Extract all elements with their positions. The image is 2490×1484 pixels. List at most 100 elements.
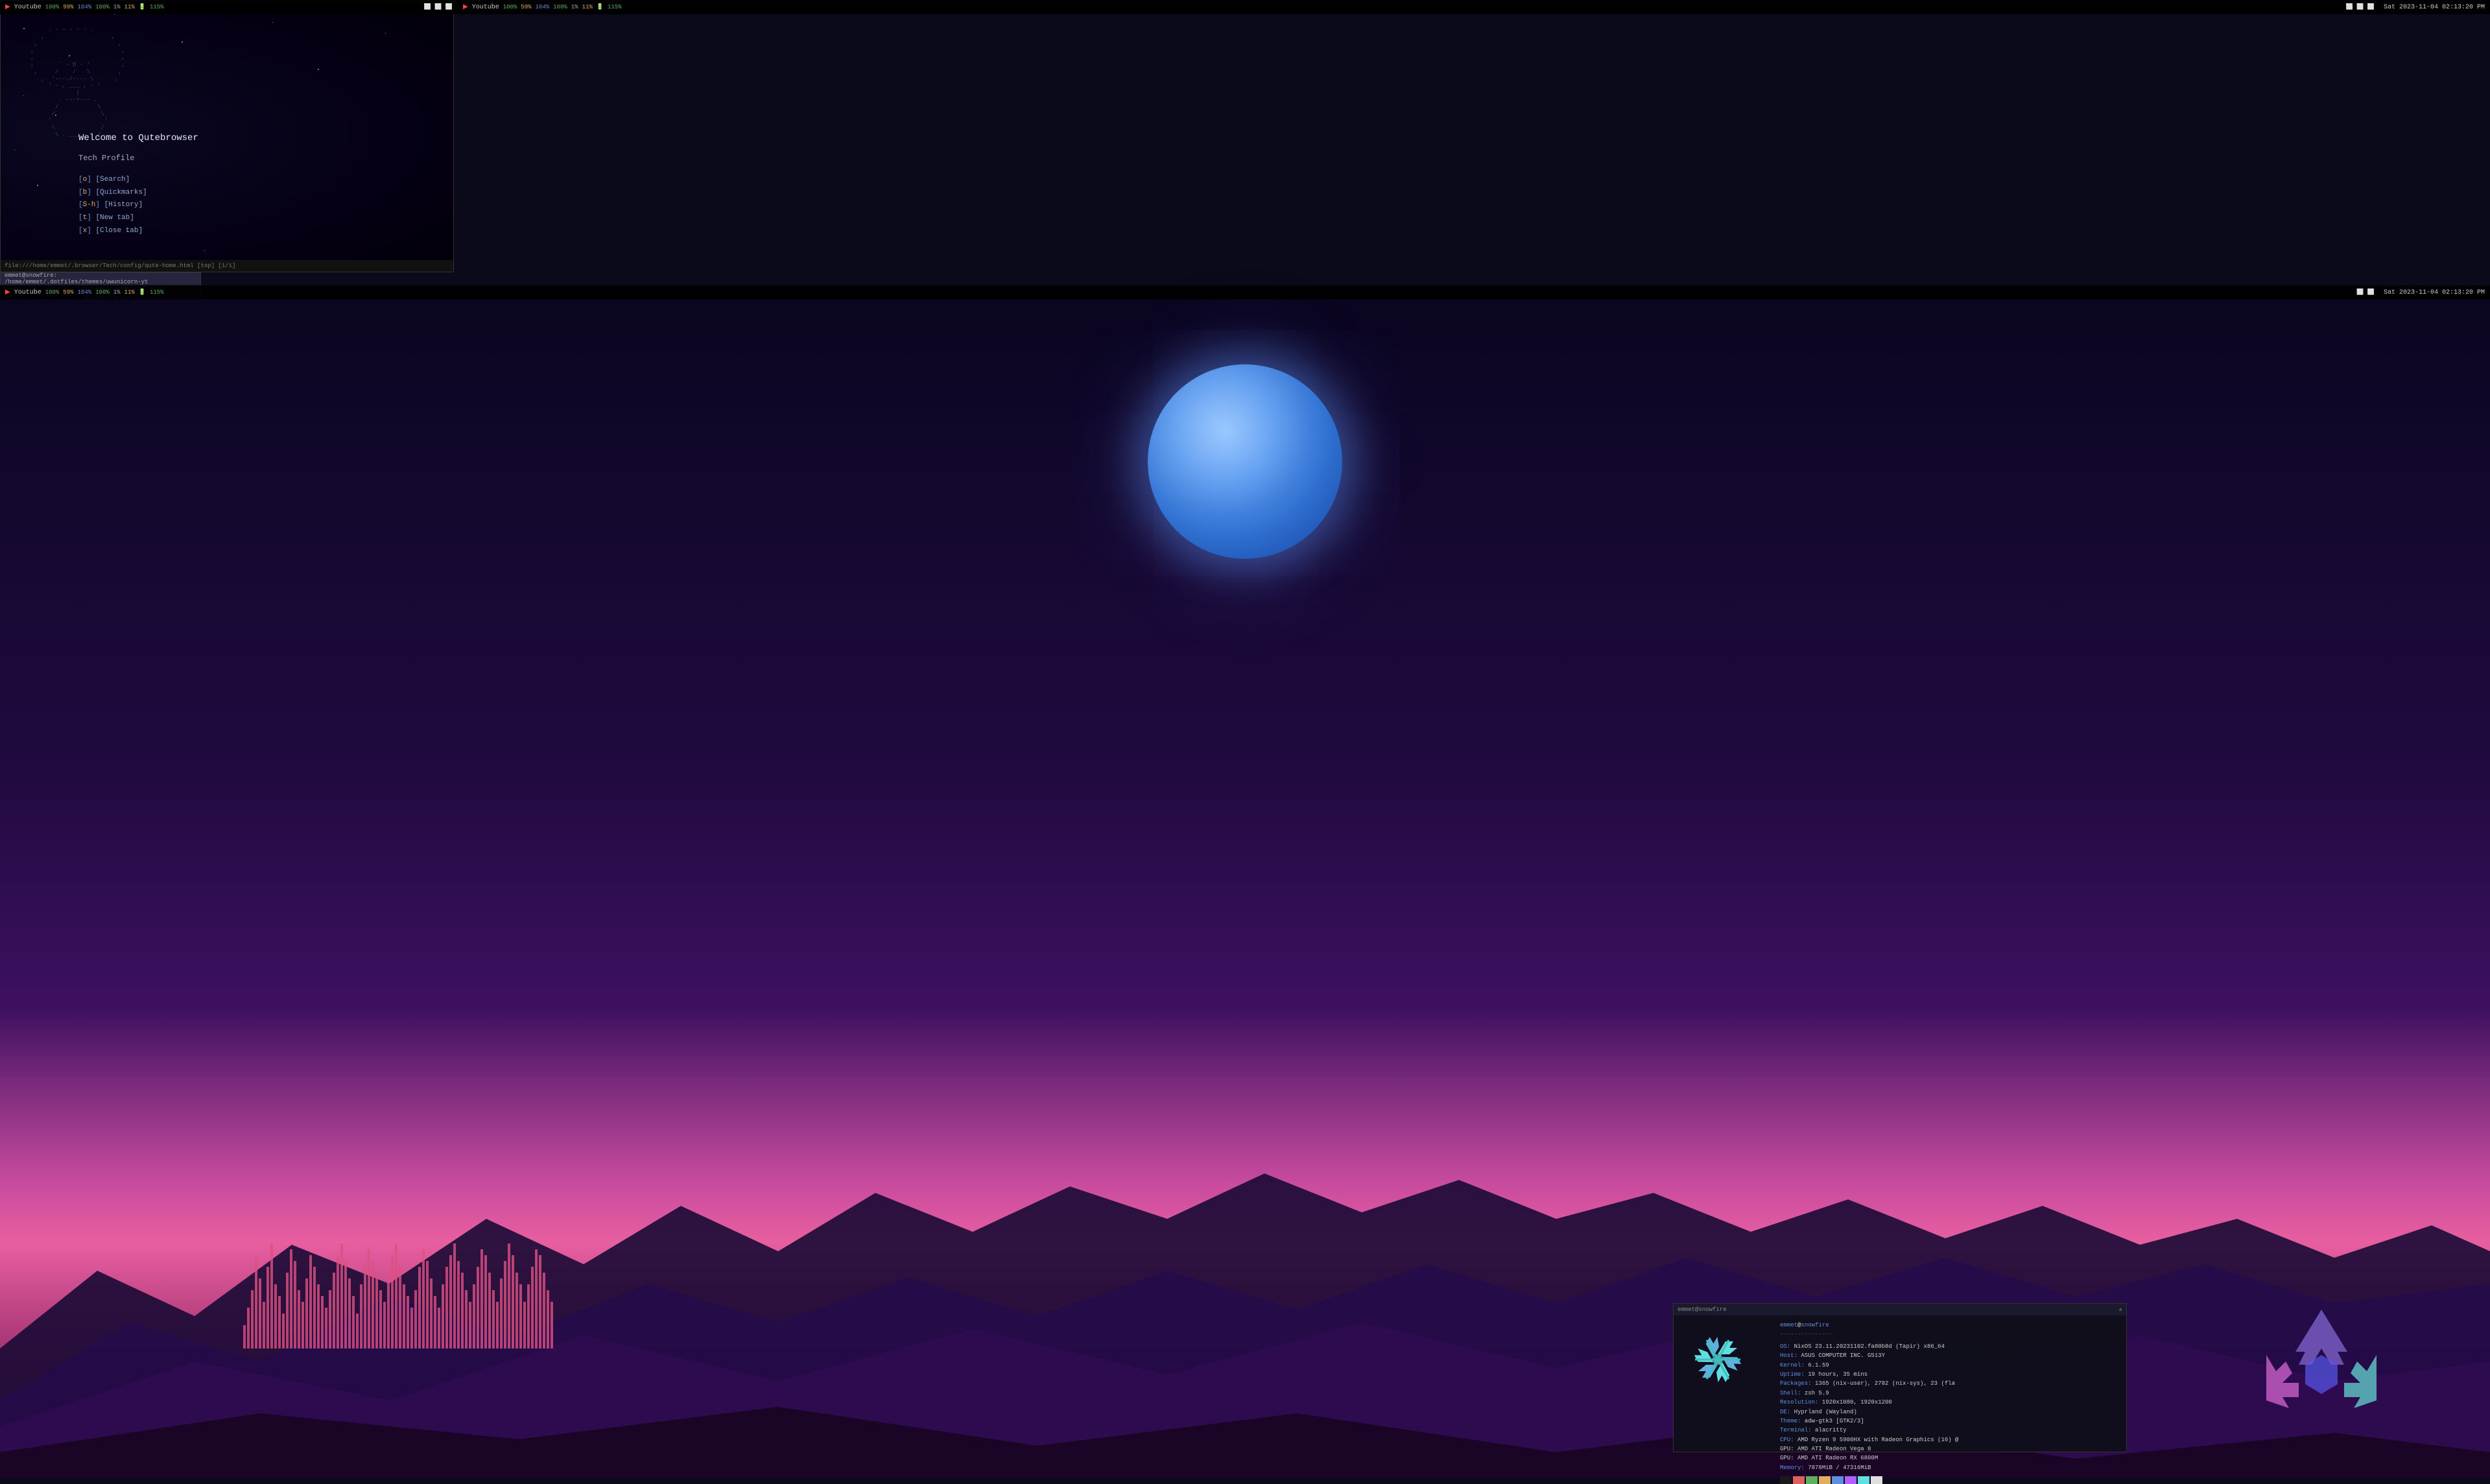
viz-bar [484,1255,487,1349]
viz-bar [504,1261,506,1349]
viz-bar [539,1255,541,1349]
taskbar-bottom-left: ▶ Youtube 100% 59% 104% 100% 1% 11% 🔋 11… [0,289,169,296]
taskbar-youtube-label[interactable]: Youtube [14,4,42,11]
viz-bar [453,1243,456,1349]
viz-bar [523,1302,526,1349]
taskbar-youtube-bottom[interactable]: Youtube [14,289,42,296]
qute-main-content: Welcome to Qutebrowser Tech Profile [o] … [78,130,198,238]
viz-bar [500,1278,503,1349]
viz-bar [461,1273,464,1349]
viz-bar [278,1296,281,1349]
viz-bar [395,1243,397,1349]
viz-bar [438,1308,440,1349]
viz-bar [445,1267,448,1349]
viz-bar [263,1302,265,1349]
color-block-6 [1845,1476,1856,1484]
viz-bar [344,1261,347,1349]
cpu2-stat: 104% [78,4,92,10]
color-block-3 [1806,1476,1818,1484]
viz-bar [313,1267,316,1349]
viz-bar [426,1261,429,1349]
viz-bar [274,1284,277,1349]
viz-bar [535,1249,538,1349]
viz-bar [496,1302,499,1349]
bat-icon: 🔋 [139,4,146,10]
neofetch-color-blocks [1780,1476,2121,1484]
viz-bar [305,1278,308,1349]
visualizer-bars [243,1219,464,1349]
viz-bar [547,1290,549,1349]
viz-bar [407,1296,409,1349]
viz-bar [302,1302,304,1349]
viz-bar [492,1290,495,1349]
viz-bar [325,1308,327,1349]
viz-bar [531,1267,534,1349]
qute-title: Welcome to Qutebrowser [78,130,198,147]
taskbar-right-left-section: ▶ Youtube 100% 59% 104% 100% 1% 11% 🔋 11… [458,3,627,11]
color-block-7 [1858,1476,1869,1484]
audio-visualizer [243,1219,464,1349]
neofetch-window: emmet@snowfire ▲ [1673,1303,2127,1452]
youtube-icon: ▶ [5,3,10,11]
viz-bar [340,1243,343,1349]
qute-menu-search[interactable]: [o] [Search] [78,174,198,187]
viz-bar [372,1261,374,1349]
viz-bar [267,1267,269,1349]
viz-bar [527,1284,530,1349]
viz-bar [243,1325,246,1349]
color-block-5 [1832,1476,1844,1484]
neofetch-header: emmet@snowfire ▲ [1674,1304,2126,1315]
color-block-1 [1780,1476,1792,1484]
viz-bar [457,1261,460,1349]
viz-bar [309,1255,312,1349]
taskbar-bottom-right: ⬜ ⬜ Sat 2023-11-04 02:13:20 PM [2351,289,2490,296]
qute-menu-history[interactable]: [S-h] [History] [78,199,198,212]
viz-bar [255,1255,257,1349]
theme-window-header: emmet@snowfire: /home/emmet/.dotfiles/th… [1,273,200,285]
viz-bar [469,1302,471,1349]
viz-bar [449,1255,452,1349]
qutebrowser-window: . - ~ ~ ~ - . , , , , , , , , , ` - D - … [0,0,454,272]
nixos-large-logo [2231,1297,2412,1459]
cpu-stat: 100% [45,4,60,10]
viz-bar [294,1261,296,1349]
neofetch-info: emmet@snowfire --------------- OS: NixOS… [1780,1321,2121,1446]
viz-bar [286,1273,289,1349]
cpu3-stat: 100% [95,4,110,10]
taskbar-left-section: ▶ Youtube 100% 99% 104% 100% 1% 11% 🔋 11… [0,3,169,11]
moon-decoration [1148,364,1342,559]
window-icons: ⬜ ⬜ ⬜ [424,4,453,10]
viz-bar [414,1290,417,1349]
viz-bar [360,1284,362,1349]
youtube-icon-bottom: ▶ [5,289,10,296]
viz-bar [551,1302,553,1349]
color-block-2 [1793,1476,1805,1484]
neofetch-body: emmet@snowfire --------------- OS: NixOS… [1674,1315,2126,1452]
qute-menu-closetab[interactable]: [x] [Close tab] [78,225,198,238]
taskbar-youtube-label-right[interactable]: Youtube [472,4,499,11]
bat-stat: 11% [124,4,135,10]
viz-bar [282,1313,285,1349]
viz-bar [516,1273,518,1349]
viz-bar [383,1302,386,1349]
viz-bar [465,1290,468,1349]
datetime-bottom: Sat 2023-11-04 02:13:20 PM [2384,289,2485,296]
viz-bar [430,1278,433,1349]
color-block-8 [1871,1476,1882,1484]
viz-bar [543,1273,545,1349]
bat-percent: 115% [150,4,164,10]
viz-bar [317,1284,320,1349]
mem-stat: 99% [63,4,73,10]
viz-bar [379,1290,382,1349]
viz-bar [321,1296,324,1349]
color-block-4 [1819,1476,1831,1484]
viz-bar [348,1278,351,1349]
qute-menu-newtab[interactable]: [t] [New tab] [78,212,198,225]
viz-bar [488,1273,491,1349]
viz-bar [391,1255,394,1349]
qute-menu-quickmarks[interactable]: [b] [Quickmarks] [78,187,198,200]
viz-bar [403,1284,405,1349]
viz-bar [473,1284,475,1349]
qute-url: file:///home/emmet/.browser/Tech/config/… [5,263,235,269]
neofetch-window-title: emmet@snowfire [1678,1306,1727,1313]
